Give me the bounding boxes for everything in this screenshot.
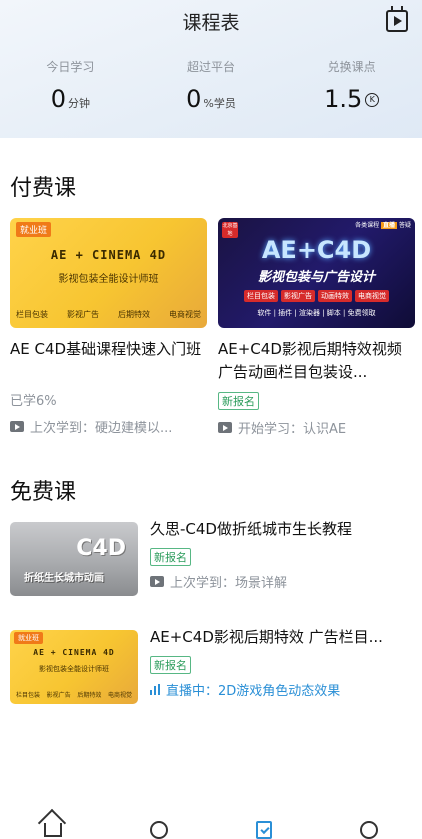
tag-badge: 就业班 [14, 632, 43, 644]
play-icon [10, 421, 24, 432]
home-icon[interactable] [44, 823, 62, 837]
new-enroll-badge: 新报名 [218, 392, 259, 410]
course-title[interactable]: AE C4D基础课程快速入门班 [10, 338, 207, 384]
thumb-caption: 折纸生长城市动画 [24, 573, 104, 584]
stat-exceed-platform: 超过平台 0 %学员 [141, 58, 282, 113]
course-info: 久思-C4D做折纸城市生长教程 新报名 上次学到：场景详解 [150, 518, 412, 591]
profile-icon[interactable] [360, 821, 378, 839]
schedule-icon[interactable] [256, 821, 272, 839]
stat-redeem-points[interactable]: 兑换课点 1.5 K [281, 58, 422, 113]
start-learning[interactable]: 开始学习：认识AE [218, 418, 415, 437]
bottom-nav [0, 811, 422, 839]
thumb-footer: 栏目包装 影视广告 后期特效 电商视觉 [16, 310, 201, 319]
free-course-row[interactable]: 就业班 AE + CINEMA 4D 影视包装全能设计师班 栏目包装 影视广告 后… [10, 628, 412, 706]
stat-label: 今日学习 [46, 60, 95, 74]
section-title-paid: 付费课 [10, 176, 77, 201]
free-course-row[interactable]: C4D 折纸生长城市动画 久思-C4D做折纸城市生长教程 新报名 上次学到：场景… [10, 520, 412, 598]
course-title[interactable]: AE+C4D影视后期特效 广告栏目... [150, 626, 412, 648]
tag-badge: 就业班 [16, 222, 52, 237]
last-learned[interactable]: 上次学到：场景详解 [150, 572, 412, 591]
last-learned[interactable]: 上次学到：硬边建模以... [10, 417, 207, 436]
course-title[interactable]: AE+C4D影视后期特效视频 广告动画栏目包装设... [218, 338, 415, 384]
thumb-title: C4D [76, 536, 126, 561]
play-icon [218, 422, 232, 433]
new-enroll-badge: 新报名 [150, 548, 191, 566]
calendar-play-icon[interactable] [386, 6, 408, 32]
course-thumbnail[interactable]: 北京基地 各类课程 直播 答疑 AE+C4D 影视包装与广告设计 栏目包装 影视… [218, 218, 415, 328]
stat-value: 1.5 K [281, 85, 422, 113]
course-thumbnail[interactable]: 就业班 AE + CINEMA 4D 影视包装全能设计师班 栏目包装 影视广告 后… [10, 630, 138, 704]
thumb-title: AE + CINEMA 4D [50, 248, 167, 262]
paid-course-card[interactable]: 北京基地 各类课程 直播 答疑 AE+C4D 影视包装与广告设计 栏目包装 影视… [218, 218, 415, 437]
live-bars-icon [150, 684, 160, 695]
thumb-title: AE+C4D [261, 236, 372, 264]
stat-label: 兑换课点 [327, 60, 376, 74]
search-icon[interactable] [150, 821, 168, 839]
section-title-free: 免费课 [10, 480, 77, 505]
stats-bar: 今日学习 0 分钟 超过平台 0 %学员 兑换课点 1.5 K [0, 58, 422, 113]
paid-course-card[interactable]: 就业班 AE + CINEMA 4D 影视包装全能设计师班 栏目包装 影视广告 后… [10, 218, 207, 436]
stat-value: 0 分钟 [50, 85, 90, 113]
play-icon [150, 576, 164, 587]
thumb-subtitle: 影视包装全能设计师班 [58, 274, 159, 285]
stat-today-study: 今日学习 0 分钟 [0, 58, 141, 113]
stat-value: 0 %学员 [186, 85, 236, 113]
header: 课程表 今日学习 0 分钟 超过平台 0 %学员 兑换课点 1.5 K [0, 0, 422, 138]
progress-text: 已学6% [10, 394, 57, 409]
thumb-title: AE + CINEMA 4D [33, 648, 115, 657]
thumb-subtitle: 影视包装全能设计师班 [39, 665, 109, 673]
coin-icon: K [365, 93, 380, 107]
page-title: 课程表 [182, 12, 240, 34]
course-thumbnail[interactable]: C4D 折纸生长城市动画 [10, 522, 138, 596]
live-status[interactable]: 直播中：2D游戏角色动态效果 [150, 680, 412, 699]
thumb-footer: 栏目包装 影视广告 后期特效 电商视觉 [16, 692, 132, 699]
new-enroll-badge: 新报名 [150, 656, 191, 674]
stat-label: 超过平台 [187, 60, 236, 74]
top-badge: 各类课程 直播 答疑 [355, 222, 411, 229]
thumb-chips: 栏目包装 影视广告 动画特效 电商视觉 [218, 290, 415, 302]
course-title[interactable]: 久思-C4D做折纸城市生长教程 [150, 518, 412, 540]
course-info: AE+C4D影视后期特效 广告栏目... 新报名 直播中：2D游戏角色动态效果 [150, 626, 412, 699]
thumb-footer: 软件 | 插件 | 渲染器 | 脚本 | 免费领取 [257, 309, 376, 317]
thumb-subtitle: 影视包装与广告设计 [257, 270, 375, 285]
course-thumbnail[interactable]: 就业班 AE + CINEMA 4D 影视包装全能设计师班 栏目包装 影视广告 后… [10, 218, 207, 328]
